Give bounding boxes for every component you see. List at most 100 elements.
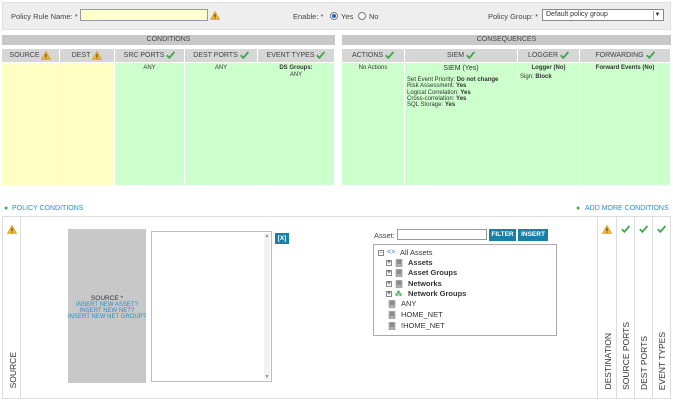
scrollbar[interactable]: ▲ ▼ (264, 233, 270, 380)
dest-cell[interactable] (60, 63, 115, 185)
forwarding-cell[interactable]: Forward Events (No) (580, 63, 671, 185)
server-icon (388, 311, 398, 319)
collapse-icon[interactable]: − (378, 250, 384, 257)
actions-value: No Actions (358, 65, 388, 71)
col-header-actions[interactable]: ACTIONS (342, 49, 405, 62)
remove-button[interactable]: [X] (275, 233, 289, 244)
asset-tree[interactable]: − <> All Assets + Assets + Asset Groups + Net… (373, 244, 557, 336)
policy-rule-name-label: Policy Rule Name: * (11, 12, 78, 21)
source-box: SOURCE * INSERT NEW ASSET? INSERT NEW NE… (68, 229, 146, 383)
source-box-title: SOURCE * (90, 295, 124, 302)
enable-yes-label: Yes (341, 12, 354, 21)
siem-value: SIEM (Yes) (443, 65, 479, 72)
warning-icon (92, 51, 102, 60)
tree-node-home-net[interactable]: HOME_NET (388, 310, 443, 319)
check-icon (621, 225, 630, 233)
event-types-cell[interactable]: DS Groups: ANY (258, 63, 335, 185)
insert-new-net-group-link[interactable]: INSERT NEW NET GROUP? (68, 314, 146, 320)
col-header-dest-label: DEST (71, 52, 91, 59)
check-icon (466, 51, 475, 59)
chevron-down-icon: ▼ (653, 11, 661, 20)
src-ports-value: ANY (143, 65, 156, 71)
check-icon (316, 51, 325, 59)
col-header-dest-ports-label: DEST PORTS (193, 52, 238, 59)
network-icon (395, 280, 405, 288)
scroll-up-icon[interactable]: ▲ (264, 233, 270, 239)
dest-ports-vertical-tab[interactable]: DEST PORTS (634, 217, 652, 398)
add-more-conditions-link[interactable]: ADD MORE CONDITIONS (585, 205, 669, 212)
enable-no-radio[interactable] (358, 12, 366, 20)
dest-ports-cell[interactable]: ANY (185, 63, 258, 185)
tree-node-assets[interactable]: + Assets (386, 258, 433, 267)
conditions-title: CONDITIONS (2, 35, 335, 45)
destination-vertical-tab[interactable]: DESTINATION (597, 217, 616, 398)
tree-node-network-groups[interactable]: + ⁂ Network Groups (386, 289, 466, 298)
tree-node-all-assets[interactable]: − <> All Assets (378, 248, 433, 257)
server-group-icon (395, 269, 405, 277)
warning-icon (602, 225, 612, 234)
event-types-vertical-tab[interactable]: EVENT TYPES (652, 217, 670, 398)
col-header-logger[interactable]: LOGGER (518, 49, 580, 62)
col-header-siem-label: SIEM (446, 52, 465, 59)
col-header-event-types-label: EVENT TYPES (266, 52, 315, 59)
check-icon (639, 225, 648, 233)
check-icon (166, 51, 175, 59)
actions-cell[interactable]: No Actions (342, 63, 405, 185)
event-types-value: ANY (289, 72, 303, 78)
col-header-src-ports[interactable]: SRC PORTS (115, 49, 185, 62)
siem-detail-sql: SQL Storage: Yes (407, 102, 456, 109)
check-icon (657, 225, 666, 233)
forwarding-value: Forward Events (No) (595, 65, 655, 71)
enable-no-label: No (369, 12, 379, 21)
col-header-forwarding[interactable]: FORWARDING (580, 49, 671, 62)
scroll-down-icon[interactable]: ▼ (264, 374, 270, 380)
tree-node-any[interactable]: ANY (388, 299, 416, 308)
expand-icon[interactable]: + (386, 270, 392, 277)
check-icon (385, 51, 394, 59)
filter-button[interactable]: FILTER (489, 229, 516, 241)
src-ports-cell[interactable]: ANY (115, 63, 185, 185)
col-header-event-types[interactable]: EVENT TYPES (258, 49, 335, 62)
col-header-logger-label: LOGGER (528, 52, 558, 59)
source-vertical-tab[interactable]: SOURCE (3, 217, 21, 398)
policy-rule-name-input[interactable] (80, 9, 208, 21)
col-header-src-ports-label: SRC PORTS (123, 52, 165, 59)
consequences-title: CONSEQUENCES (342, 35, 671, 45)
source-selected-list[interactable]: ▲ ▼ (151, 231, 272, 382)
col-header-siem[interactable]: SIEM (405, 49, 518, 62)
asset-filter-input[interactable] (397, 229, 487, 240)
enable-label: Enable: * (293, 12, 324, 21)
source-ports-vertical-tab[interactable]: SOURCE PORTS (616, 217, 634, 398)
policy-group-select[interactable]: Default policy group ▼ (542, 9, 664, 21)
expand-icon[interactable]: + (386, 281, 392, 288)
server-icon (395, 259, 405, 267)
logger-value: Logger (No) (531, 65, 566, 71)
expand-icon[interactable]: + (386, 260, 392, 267)
logger-sign: Sign: Block (520, 74, 552, 80)
enable-yes-radio[interactable] (330, 12, 338, 20)
col-header-actions-label: ACTIONS (351, 52, 384, 59)
source-vertical-label: SOURCE (8, 351, 18, 388)
tree-node-networks[interactable]: + Networks (386, 279, 442, 288)
col-header-dest[interactable]: DEST (60, 49, 115, 62)
col-header-dest-ports[interactable]: DEST PORTS (185, 49, 258, 62)
source-cell[interactable] (2, 63, 60, 185)
col-header-source[interactable]: SOURCE (2, 49, 60, 62)
check-icon (560, 51, 569, 59)
logger-cell[interactable]: Logger (No) Sign: Block (518, 63, 580, 185)
policy-conditions-link[interactable]: POLICY CONDITIONS (12, 205, 83, 212)
server-icon (388, 300, 398, 308)
insert-button[interactable]: INSERT (518, 229, 548, 241)
siem-cell[interactable]: SIEM (Yes) Set Event Priority: Do not ch… (405, 63, 518, 185)
expand-icon[interactable]: + (386, 291, 392, 298)
tree-node-asset-groups[interactable]: + Asset Groups (386, 268, 457, 277)
col-header-forwarding-label: FORWARDING (595, 52, 644, 59)
source-ports-vertical-label: SOURCE PORTS (621, 322, 631, 390)
network-group-icon: ⁂ (395, 291, 402, 299)
bullet-icon: ● (4, 205, 9, 212)
dest-ports-value: ANY (214, 65, 228, 71)
policy-group-label: Policy Group: * (488, 12, 539, 21)
tree-node-not-home-net[interactable]: !HOME_NET (388, 321, 445, 330)
warning-icon (210, 11, 220, 20)
asset-label: Asset: (374, 231, 395, 240)
